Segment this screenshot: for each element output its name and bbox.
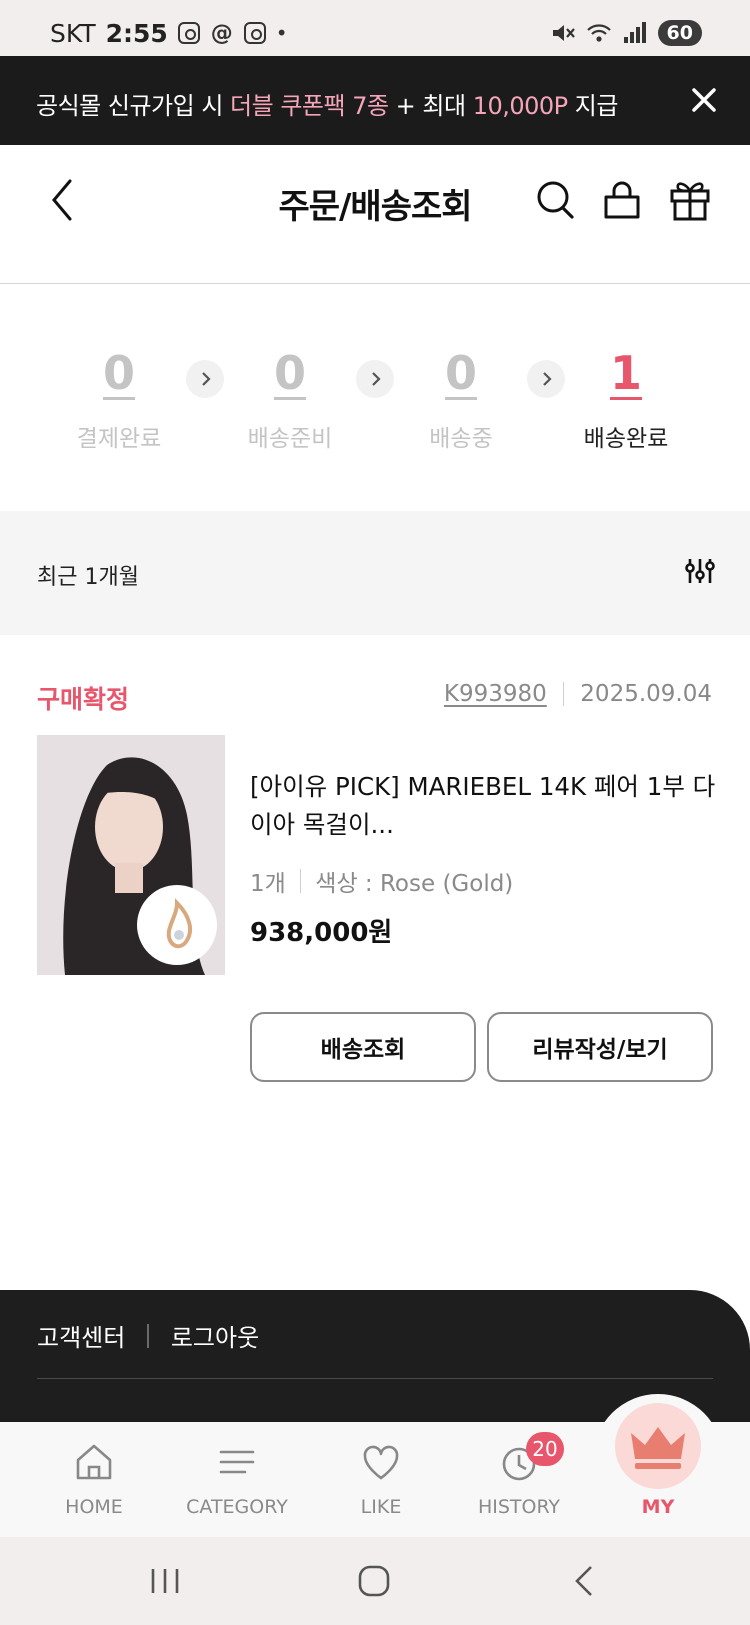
model-photo	[37, 735, 225, 975]
step-label: 배송완료	[583, 426, 669, 452]
system-nav-bar	[0, 1537, 750, 1625]
step-shipping[interactable]: 0 배송중	[386, 345, 536, 453]
divider	[562, 682, 565, 706]
system-back-button[interactable]	[565, 1561, 605, 1601]
order-status-steps: 0 결제완료 0 배송준비 0 배송중 1 배송완료	[0, 345, 750, 465]
nav-label: HOME	[65, 1496, 123, 1518]
step-count: 1	[609, 346, 642, 400]
promo-highlight: 10,000P	[472, 92, 568, 120]
search-icon[interactable]	[534, 175, 578, 223]
product-image[interactable]	[37, 735, 225, 975]
order-status-label: 구매확정	[37, 685, 130, 714]
page-header: 주문/배송조회	[0, 145, 750, 284]
carrier-label: SKT	[50, 18, 96, 48]
clock: 2:55	[105, 18, 168, 48]
recent-apps-button[interactable]	[145, 1561, 185, 1601]
product-option: 색상 : Rose (Gold)	[315, 871, 514, 897]
step-preparing[interactable]: 0 배송준비	[215, 345, 365, 453]
cart-icon[interactable]	[600, 175, 644, 223]
nav-category[interactable]: CATEGORY	[162, 1422, 312, 1537]
step-label: 배송중	[429, 426, 493, 452]
divider	[299, 869, 302, 893]
threads-icon: @	[210, 20, 233, 46]
notification-dot: •	[275, 21, 288, 45]
step-label: 결제완료	[76, 426, 162, 452]
order-number-link[interactable]: K993980	[444, 681, 547, 707]
gift-icon[interactable]	[668, 175, 712, 223]
promo-text-part: 공식몰 신규가입 시	[36, 92, 231, 120]
order-date: 2025.09.04	[580, 681, 712, 707]
home-button[interactable]	[354, 1561, 394, 1601]
nav-label-my[interactable]: MY	[583, 1496, 733, 1518]
nav-label: LIKE	[360, 1496, 402, 1518]
nav-like[interactable]: LIKE	[306, 1422, 456, 1537]
divider	[147, 1323, 149, 1348]
step-count: 0	[444, 346, 477, 400]
write-review-button[interactable]: 리뷰작성/보기	[487, 1012, 713, 1082]
promo-text-part: 지급	[567, 92, 619, 120]
history-count-badge: 20	[526, 1432, 564, 1466]
track-delivery-button[interactable]: 배송조회	[250, 1012, 476, 1082]
promo-highlight: 더블 쿠폰팩 7종	[230, 92, 389, 120]
crown-icon	[631, 1427, 685, 1469]
customer-center-link[interactable]: 고객센터	[37, 1318, 125, 1353]
nav-home[interactable]: HOME	[19, 1422, 169, 1537]
promo-text: 공식몰 신규가입 시 더블 쿠폰팩 7종 + 최대 10,000P 지급	[36, 86, 618, 121]
step-label: 배송준비	[247, 426, 333, 452]
instagram-icon	[177, 22, 200, 44]
product-price: 938,000원	[250, 918, 393, 948]
product-options: 1개 색상 : Rose (Gold)	[250, 864, 513, 898]
home-icon	[76, 1444, 112, 1480]
filter-bar: 최근 1개월	[0, 511, 750, 635]
step-delivered[interactable]: 1 배송완료	[551, 345, 701, 453]
status-bar: SKT 2:55 @ • 60	[0, 0, 750, 56]
wifi-icon	[586, 24, 611, 42]
nav-label: HISTORY	[477, 1496, 561, 1518]
product-quantity: 1개	[250, 871, 286, 897]
battery-indicator: 60	[657, 20, 702, 46]
mute-icon	[552, 25, 575, 41]
nav-my-button[interactable]	[615, 1403, 701, 1489]
step-count: 0	[273, 346, 306, 400]
heart-icon	[363, 1445, 399, 1480]
promo-text-part: + 최대	[388, 92, 473, 120]
instagram-icon	[243, 22, 266, 44]
product-name[interactable]: [아이유 PICK] MARIEBEL 14K 페어 1부 다이아 목걸이...	[250, 768, 720, 844]
close-icon[interactable]	[684, 80, 724, 120]
nav-history[interactable]: 20 HISTORY	[444, 1422, 594, 1537]
footer-divider	[37, 1378, 713, 1379]
filter-settings-icon[interactable]	[684, 555, 716, 587]
period-filter-label[interactable]: 최근 1개월	[37, 559, 139, 591]
order-meta: K993980 2025.09.04	[444, 681, 712, 707]
step-count: 0	[102, 346, 135, 400]
nav-label: CATEGORY	[186, 1496, 288, 1518]
step-payment-complete[interactable]: 0 결제완료	[44, 345, 194, 453]
promo-banner[interactable]: 공식몰 신규가입 시 더블 쿠폰팩 7종 + 최대 10,000P 지급	[0, 56, 750, 145]
menu-icon	[219, 1450, 255, 1474]
signal-icon	[623, 22, 646, 43]
logout-link[interactable]: 로그아웃	[171, 1318, 259, 1353]
